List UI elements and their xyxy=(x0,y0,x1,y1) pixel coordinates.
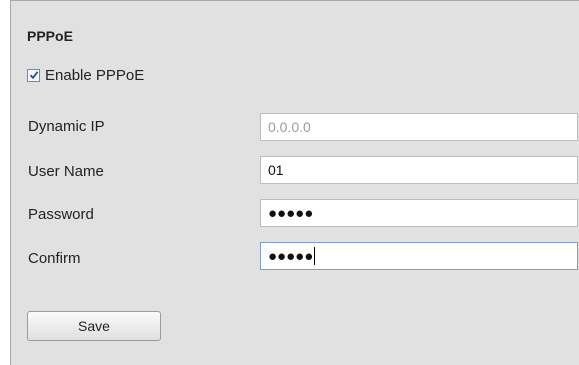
enable-pppoe-label: Enable PPPoE xyxy=(45,66,145,84)
enable-pppoe-option[interactable]: Enable PPPoE xyxy=(27,66,144,84)
dynamic-ip-field: 0.0.0.0 xyxy=(260,113,578,141)
password-masked-value: ●●●●● xyxy=(268,205,314,222)
password-label: Password xyxy=(28,206,94,223)
password-input[interactable]: ●●●●● xyxy=(260,199,578,227)
pppoe-settings-panel: PPPoE Enable PPPoE Dynamic IP 0.0.0.0 Us… xyxy=(10,0,579,365)
dynamic-ip-label: Dynamic IP xyxy=(28,118,105,135)
section-title: PPPoE xyxy=(27,28,73,44)
user-name-label: User Name xyxy=(28,163,104,180)
user-name-input[interactable]: 01 xyxy=(260,156,578,184)
checkmark-icon xyxy=(29,71,38,80)
confirm-masked-value: ●●●●● xyxy=(268,248,314,265)
save-button[interactable]: Save xyxy=(27,311,161,341)
confirm-password-input[interactable]: ●●●●● xyxy=(260,242,578,270)
enable-pppoe-checkbox[interactable] xyxy=(27,68,40,82)
text-caret xyxy=(314,247,316,266)
confirm-label: Confirm xyxy=(28,250,81,267)
